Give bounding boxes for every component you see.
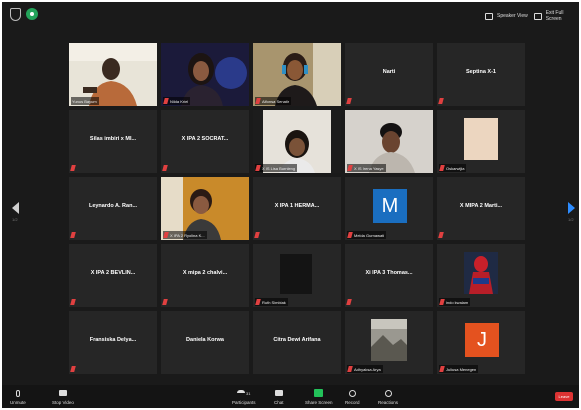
muted-icon [439, 165, 445, 171]
muted-icon [255, 165, 261, 171]
muted-icon [438, 98, 444, 104]
name-label: Ruth Simbiak [255, 298, 288, 306]
participant-tile[interactable]: Nilda Kriel [161, 43, 249, 106]
name-label: X IPA 2 Ryolina K... [163, 231, 207, 239]
muted-icon [439, 366, 445, 372]
participant-tile[interactable]: Adhyaksa Arya [345, 311, 433, 374]
participant-tile[interactable]: X IS Lisa Burnleng [253, 110, 341, 173]
name-label: Melda Gurnawati [347, 231, 387, 239]
participant-tile[interactable]: X MIPA 2 Marti... [437, 177, 525, 240]
participant-tile[interactable]: Leynardo A. Ran... [69, 177, 157, 240]
muted-icon [438, 232, 444, 238]
participant-tile[interactable]: indo kwalam [437, 244, 525, 307]
muted-icon [439, 299, 445, 305]
participant-tile[interactable]: Narti [345, 43, 433, 106]
unmute-button[interactable]: Unmute [10, 388, 26, 405]
participant-tile[interactable]: J Juliusa Menegen [437, 311, 525, 374]
record-icon [348, 388, 356, 398]
speaker-view-icon [485, 12, 493, 20]
muted-icon [162, 165, 168, 171]
name-label: Yunus Bayum [71, 97, 99, 105]
participant-tile[interactable]: X mipa 2 chalvi... [161, 244, 249, 307]
avatar: J [465, 323, 499, 357]
participant-tile[interactable]: M Melda Gurnawati [345, 177, 433, 240]
next-page-button[interactable]: 1/2 [568, 202, 578, 222]
muted-icon [347, 366, 353, 372]
muted-icon [70, 165, 76, 171]
chat-icon [274, 388, 283, 398]
muted-icon [346, 98, 352, 104]
exit-fullscreen-icon [534, 12, 542, 20]
name-label: indo kwalam [439, 298, 471, 306]
participants-icon: 31 [237, 388, 250, 398]
muted-icon [163, 98, 169, 104]
chevron-right-icon [568, 202, 575, 214]
participant-tile[interactable]: X IS Irena Yasye [345, 110, 433, 173]
participant-tile[interactable]: Alfonsa Senatir [253, 43, 341, 106]
microphone-muted-icon [15, 388, 20, 398]
participant-tile[interactable]: Daniela Korwa [161, 311, 249, 374]
record-button[interactable]: Record [345, 388, 360, 405]
participant-tile[interactable]: Citra Dewi Arifana [253, 311, 341, 374]
muted-icon [255, 98, 261, 104]
participant-tile[interactable]: Xi IPA 3 Thomas... [345, 244, 433, 307]
speaker-view-button[interactable]: Speaker View [485, 10, 528, 22]
participant-tile[interactable]: Ruth Simbiak [253, 244, 341, 307]
exit-fullscreen-button[interactable]: Exit Full Screen [534, 10, 579, 22]
meeting-window: Speaker View Exit Full Screen 1/2 1/2 Yu… [2, 2, 579, 408]
muted-icon [255, 299, 261, 305]
participant-tile[interactable]: Oskarwijia [437, 110, 525, 173]
stop-video-button[interactable]: Stop Video [52, 388, 74, 405]
name-label: X IS Lisa Burnleng [255, 164, 298, 172]
participant-tile[interactable]: X IPA 1 HERMA... [253, 177, 341, 240]
participant-tile[interactable]: Fransiska Delya... [69, 311, 157, 374]
participant-tile[interactable]: X IPA 2 Ryolina K... [161, 177, 249, 240]
participant-tile[interactable]: Yunus Bayum [69, 43, 157, 106]
meeting-toolbar: Unmute Stop Video 31 Participants Chat S… [2, 385, 579, 408]
participant-tile[interactable]: Septina X-1 [437, 43, 525, 106]
participant-tile[interactable]: Silas imbiri x MI... [69, 110, 157, 173]
share-screen-icon [314, 388, 324, 398]
name-label: Juliusa Menegen [439, 365, 479, 373]
chat-button[interactable]: Chat [274, 388, 284, 405]
muted-icon [162, 299, 168, 305]
participant-tile[interactable]: X IPA 2 SOCRAT... [161, 110, 249, 173]
camera-icon [58, 388, 67, 398]
name-label: Adhyaksa Arya [347, 365, 383, 373]
participants-button[interactable]: 31 Participants [232, 388, 256, 405]
muted-icon [254, 232, 260, 238]
muted-icon [163, 232, 169, 238]
muted-icon [70, 366, 76, 372]
name-label: X IS Irena Yasye [347, 164, 386, 172]
avatar: M [373, 189, 407, 223]
encryption-icon[interactable] [26, 8, 38, 20]
reactions-icon [384, 388, 392, 398]
name-label: Oskarwijia [439, 164, 467, 172]
muted-icon [347, 165, 353, 171]
muted-icon [347, 232, 353, 238]
reactions-button[interactable]: Reactions [378, 388, 398, 405]
muted-icon [70, 232, 76, 238]
participant-tile[interactable]: X IPA 2 BEVLIN... [69, 244, 157, 307]
name-label: Alfonsa Senatir [255, 97, 292, 105]
top-bar: Speaker View Exit Full Screen [2, 2, 579, 28]
meeting-info-icon[interactable] [10, 8, 21, 21]
previous-page-button[interactable]: 1/2 [12, 202, 22, 222]
leave-button[interactable]: Leave [555, 392, 573, 401]
share-screen-button[interactable]: Share Screen [305, 388, 333, 405]
name-label: Nilda Kriel [163, 97, 191, 105]
muted-icon [346, 299, 352, 305]
muted-icon [70, 299, 76, 305]
chevron-left-icon [12, 202, 19, 214]
